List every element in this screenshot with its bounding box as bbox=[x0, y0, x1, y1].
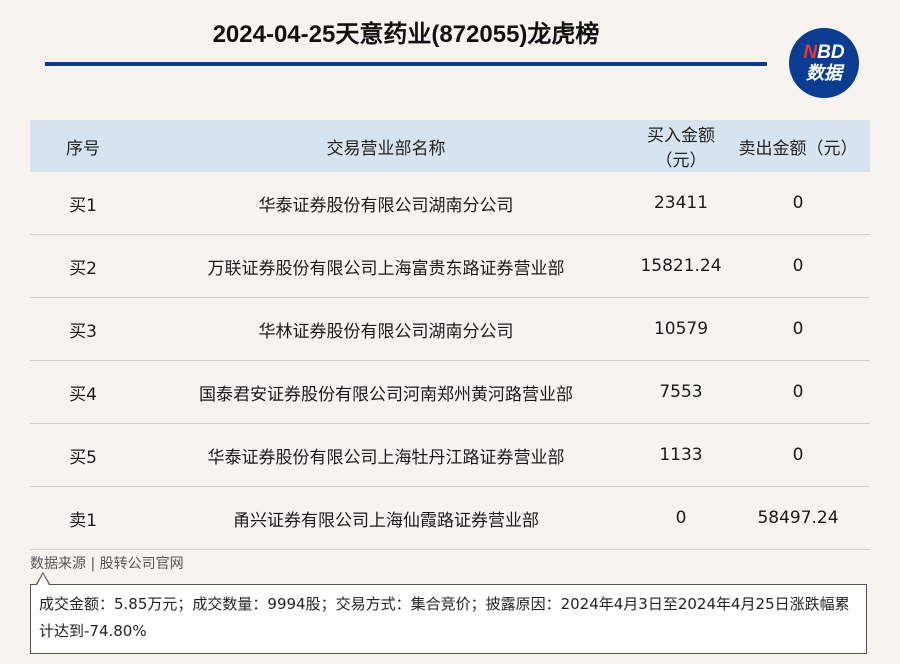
cell-buy: 10579 bbox=[636, 297, 726, 361]
cell-sell: 0 bbox=[726, 360, 870, 424]
cell-seq: 买5 bbox=[30, 423, 136, 487]
table-row: 买3 华林证券股份有限公司湖南分公司 10579 0 bbox=[30, 297, 870, 361]
cell-buy: 23411 bbox=[636, 172, 726, 235]
cell-seq: 买3 bbox=[30, 297, 136, 361]
cell-sell: 0 bbox=[726, 172, 870, 235]
cell-sell: 0 bbox=[726, 297, 870, 361]
cell-broker: 华泰证券股份有限公司上海牡丹江路证券营业部 bbox=[136, 423, 636, 487]
trade-summary-note: 成交金额：5.85万元；成交数量：9994股；交易方式：集合竞价；披露原因：20… bbox=[30, 584, 867, 654]
cell-broker: 万联证券股份有限公司上海富贵东路证券营业部 bbox=[136, 234, 636, 298]
col-header-seq: 序号 bbox=[30, 120, 136, 172]
cell-buy: 1133 bbox=[636, 423, 726, 487]
cell-broker: 甬兴证券有限公司上海仙霞路证券营业部 bbox=[136, 486, 636, 550]
cell-buy: 7553 bbox=[636, 360, 726, 424]
cell-broker: 国泰君安证券股份有限公司河南郑州黄河路营业部 bbox=[136, 360, 636, 424]
note-pointer-fill bbox=[37, 574, 49, 585]
cell-seq: 买4 bbox=[30, 360, 136, 424]
cell-broker: 华泰证券股份有限公司湖南分公司 bbox=[136, 172, 636, 235]
dragon-tiger-table: 序号 交易营业部名称 买入金额（元） 卖出金额（元） 买1 华泰证券股份有限公司… bbox=[30, 120, 870, 550]
col-header-broker: 交易营业部名称 bbox=[136, 120, 636, 172]
cell-sell: 0 bbox=[726, 423, 870, 487]
table-row: 买2 万联证券股份有限公司上海富贵东路证券营业部 15821.24 0 bbox=[30, 234, 870, 298]
col-header-buy: 买入金额（元） bbox=[636, 120, 726, 172]
title-underline bbox=[45, 62, 767, 66]
cell-buy: 0 bbox=[636, 486, 726, 550]
table-row: 买1 华泰证券股份有限公司湖南分公司 23411 0 bbox=[30, 172, 870, 235]
table-header-row: 序号 交易营业部名称 买入金额（元） 卖出金额（元） bbox=[30, 120, 870, 172]
cell-buy: 15821.24 bbox=[636, 234, 726, 298]
table-row: 买4 国泰君安证券股份有限公司河南郑州黄河路营业部 7553 0 bbox=[30, 360, 870, 424]
cell-seq: 卖1 bbox=[30, 486, 136, 550]
cell-seq: 买2 bbox=[30, 234, 136, 298]
table-row: 卖1 甬兴证券有限公司上海仙霞路证券营业部 0 58497.24 bbox=[30, 486, 870, 550]
logo-text-bottom: 数据 bbox=[806, 63, 842, 83]
table-row: 买5 华泰证券股份有限公司上海牡丹江路证券营业部 1133 0 bbox=[30, 423, 870, 487]
cell-sell: 0 bbox=[726, 234, 870, 298]
logo-letters-bd: BD bbox=[817, 42, 845, 63]
cell-broker: 华林证券股份有限公司湖南分公司 bbox=[136, 297, 636, 361]
cell-sell: 58497.24 bbox=[726, 486, 870, 550]
cell-seq: 买1 bbox=[30, 172, 136, 235]
nbd-logo: NBD 数据 bbox=[789, 28, 859, 98]
data-source: 数据来源 | 股转公司官网 bbox=[30, 556, 184, 572]
page-title: 2024-04-25天意药业(872055)龙虎榜 bbox=[212, 21, 600, 48]
logo-text-top: NBD bbox=[803, 43, 844, 63]
logo-letter-n: N bbox=[803, 42, 818, 63]
col-header-sell: 卖出金额（元） bbox=[726, 120, 870, 172]
